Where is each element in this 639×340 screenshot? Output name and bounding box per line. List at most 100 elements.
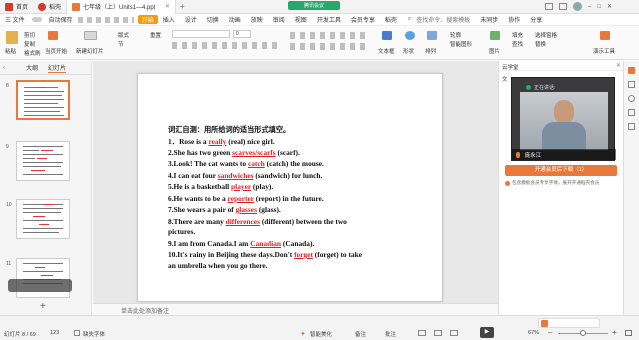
zoom-slider[interactable] [558, 330, 608, 336]
copy-button[interactable]: 复制 [24, 40, 35, 48]
font-name-select[interactable] [172, 30, 230, 38]
quick-access-icons[interactable] [77, 16, 134, 23]
comments-toggle[interactable]: 批注 [385, 330, 396, 338]
zoom-out-icon[interactable]: – [548, 328, 552, 337]
section-button[interactable]: 节 [118, 40, 124, 48]
add-slide-button[interactable]: + [40, 301, 46, 312]
shape-button[interactable]: 形状 [403, 47, 414, 55]
title-right-controls: – □ ✕ [545, 2, 612, 11]
sidebar-animation-icon[interactable] [628, 95, 635, 102]
vip-download-button[interactable]: 开通会员后下载（1） [505, 165, 617, 176]
fit-window-icon[interactable] [625, 330, 632, 336]
missing-font-icon [74, 330, 80, 336]
smart-beautify-button[interactable]: 智能美化 [310, 330, 332, 338]
command-search[interactable]: 查找命令、搜索模板 [411, 15, 475, 24]
normal-view-icon[interactable] [418, 330, 426, 336]
ime-toolbar[interactable] [538, 318, 600, 328]
menu-design[interactable]: 设计 [180, 15, 202, 24]
fill-button[interactable]: 填充 [512, 31, 523, 39]
meeting-indicator[interactable]: 腾讯会议 [288, 1, 340, 10]
find-button[interactable]: 查找 [512, 40, 523, 48]
from-current-button[interactable]: 当页开始 [45, 47, 67, 55]
menu-docer[interactable]: 稻壳 [380, 15, 402, 24]
file-menu[interactable]: 三 文件 [0, 15, 30, 24]
avatar[interactable] [573, 2, 582, 11]
slide-thumbnail-8[interactable] [16, 80, 70, 120]
sidebar-design-icon[interactable] [628, 81, 635, 88]
from-current-icon[interactable] [48, 31, 58, 40]
info-icon [505, 181, 510, 186]
notes-pane[interactable]: 单击此处添加备注 [93, 303, 498, 315]
new-slide-button[interactable]: 新建幻灯片 [76, 47, 104, 55]
sidebar-more-icon[interactable] [628, 123, 635, 130]
zoom-slider-thumb[interactable] [580, 330, 586, 336]
menu-insert[interactable]: 插入 [158, 15, 180, 24]
assistant-icon[interactable] [600, 31, 610, 40]
replace-button[interactable]: 替换 [535, 40, 546, 48]
collapse-panel-icon[interactable]: ‹ [3, 65, 5, 71]
layout-button[interactable]: 版式 [118, 31, 129, 39]
menu-developer[interactable]: 开发工具 [312, 15, 346, 24]
arrange-icon[interactable] [427, 31, 437, 40]
paragraph-row-2[interactable] [290, 43, 370, 50]
minimize-icon[interactable]: – [588, 4, 591, 10]
share-button[interactable]: 分享 [525, 15, 547, 24]
outline-button[interactable]: 轮廓 [450, 31, 461, 39]
sidebar-pointer-icon[interactable] [628, 67, 635, 74]
vip-tip[interactable]: 包含模板会员专享字体，展开开通稻壳会员 [512, 180, 599, 186]
menu-vip[interactable]: 会员专享 [346, 15, 380, 24]
play-slideshow-button[interactable]: ▶ [480, 327, 494, 338]
font-size-select[interactable]: 0 [233, 30, 251, 38]
menu-review[interactable]: 审阅 [268, 15, 290, 24]
assistant-button[interactable]: 演示工具 [593, 47, 615, 55]
unsync-status[interactable]: 未同步 [475, 15, 503, 24]
cut-button[interactable]: 剪切 [24, 31, 35, 39]
reset-button[interactable]: 重置 [150, 31, 161, 39]
new-slide-icon[interactable] [84, 31, 97, 40]
picture-button[interactable]: 图片 [489, 47, 500, 55]
menu-animation[interactable]: 动画 [224, 15, 246, 24]
slide-thumbnail-9[interactable] [16, 141, 70, 181]
slide-thumbnail-11[interactable] [16, 258, 70, 298]
reading-view-icon[interactable] [450, 330, 458, 336]
layout-icon[interactable] [545, 3, 553, 10]
menu-slideshow[interactable]: 放映 [246, 15, 268, 24]
menu-view[interactable]: 视图 [290, 15, 312, 24]
autosave-toggle[interactable] [31, 17, 42, 22]
tab-slides[interactable]: 幻灯片 [48, 63, 67, 73]
tab-document[interactable]: 七年级（上）Units1—4.ppt ✕ [66, 0, 177, 14]
paste-button[interactable]: 粘贴 [5, 47, 16, 55]
paragraph-row[interactable] [290, 32, 370, 39]
zoom-in-icon[interactable]: + [612, 328, 617, 337]
missing-font-button[interactable]: 缺失字体 [83, 330, 105, 338]
maximize-icon[interactable]: □ [597, 4, 601, 10]
picture-icon[interactable] [490, 31, 500, 40]
menu-transition[interactable]: 切换 [202, 15, 224, 24]
tab-home[interactable]: 首页 [0, 0, 33, 14]
current-slide[interactable]: 词汇自测：用所给词的适当形式填空。 1．Rose is a really (re… [137, 73, 443, 302]
shape-icon[interactable] [405, 31, 415, 40]
tab-outline[interactable]: 大纲 [26, 63, 38, 72]
sorter-view-icon[interactable] [434, 330, 442, 336]
collab-button[interactable]: 协作 [503, 15, 525, 24]
notes-toggle[interactable]: 备注 [355, 330, 366, 338]
sidebar-property-icon[interactable] [628, 109, 635, 116]
paste-icon[interactable] [6, 31, 18, 44]
video-call-window[interactable]: 正在讲话: 庞永江 [511, 77, 616, 161]
grid-icon[interactable] [559, 3, 567, 10]
font-format-row[interactable] [172, 42, 282, 49]
text-box-button[interactable]: 文本框 [378, 47, 395, 55]
select-pane-button[interactable]: 选择窗格 [535, 31, 557, 39]
slide-thumbnail-10[interactable] [16, 199, 70, 239]
smart-shape-button[interactable]: 智能图形 [450, 40, 472, 48]
tab-docer[interactable]: 稻壳 [33, 0, 66, 14]
text-box-icon[interactable] [382, 31, 392, 40]
floating-overlay-widget[interactable] [8, 279, 72, 292]
arrange-button[interactable]: 排列 [425, 47, 436, 55]
menu-start[interactable]: 开始 [137, 15, 158, 24]
pane-close-icon[interactable]: ✕ [616, 62, 621, 69]
format-painter-button[interactable]: 格式刷 [24, 49, 41, 57]
new-tab-icon[interactable]: + [180, 2, 185, 11]
close-window-icon[interactable]: ✕ [607, 3, 612, 10]
close-tab-icon[interactable]: ✕ [165, 3, 170, 10]
